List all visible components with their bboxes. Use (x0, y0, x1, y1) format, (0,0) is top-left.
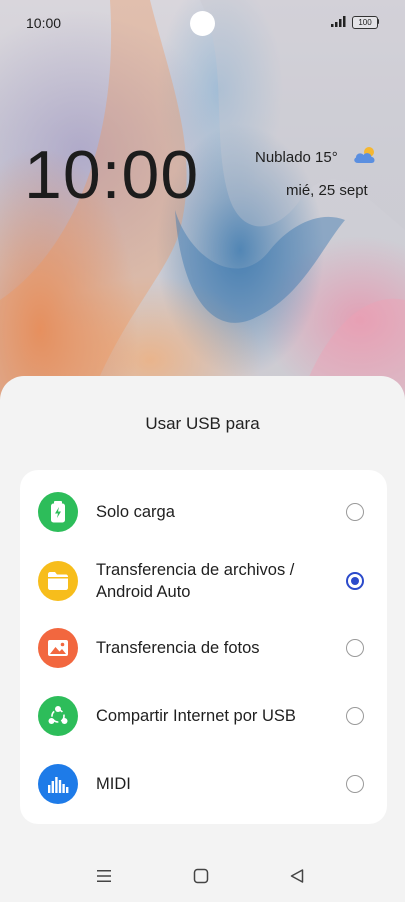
option-label: Transferencia de archivos / Android Auto (96, 559, 294, 603)
battery-tip (377, 19, 379, 24)
radio-solo-carga[interactable] (346, 503, 364, 521)
menu-icon[interactable] (96, 868, 112, 884)
radio-transferencia-fotos[interactable] (346, 639, 364, 657)
option-solo-carga[interactable]: Solo carga (20, 478, 387, 546)
option-label: Compartir Internet por USB (96, 707, 296, 725)
option-label-line2: Android Auto (96, 583, 191, 601)
equalizer-icon (38, 764, 78, 804)
options-card: Solo carga Transferencia de archivos / A… (20, 470, 387, 824)
option-label: MIDI (96, 775, 131, 793)
back-icon[interactable] (289, 868, 305, 884)
option-compartir-internet[interactable]: Compartir Internet por USB (20, 682, 387, 750)
lockscreen-clock: 10:00 (24, 137, 200, 213)
option-transferencia-fotos[interactable]: Transferencia de fotos (20, 614, 387, 682)
status-time: 10:00 (26, 15, 62, 31)
signal-icon (331, 16, 346, 27)
battery-icon: 100 (352, 16, 378, 29)
home-icon[interactable] (193, 868, 209, 884)
radio-midi[interactable] (346, 775, 364, 793)
date-text: mié, 25 sept (286, 182, 368, 199)
sheet-title: Usar USB para (145, 414, 260, 433)
share-network-icon (38, 696, 78, 736)
option-label: Solo carga (96, 503, 175, 521)
option-transferencia-archivos[interactable]: Transferencia de archivos / Android Auto (20, 546, 387, 614)
camera-cutout (190, 11, 215, 36)
weather-text: Nublado 15° (255, 149, 338, 166)
folder-icon (38, 561, 78, 601)
option-midi[interactable]: MIDI (20, 750, 387, 818)
radio-transferencia-archivos[interactable] (346, 572, 364, 590)
cloud-sun-icon (354, 147, 375, 163)
usb-options-sheet: Usar USB para Solo carga Transferencia d… (0, 376, 405, 902)
option-label: Transferencia de fotos (96, 639, 260, 657)
option-label-line1: Transferencia de archivos / (96, 561, 295, 579)
battery-charging-icon (38, 492, 78, 532)
status-bar: 10:00 100 (0, 0, 405, 46)
radio-compartir-internet[interactable] (346, 707, 364, 725)
navigation-bar (0, 860, 405, 896)
image-icon (38, 628, 78, 668)
